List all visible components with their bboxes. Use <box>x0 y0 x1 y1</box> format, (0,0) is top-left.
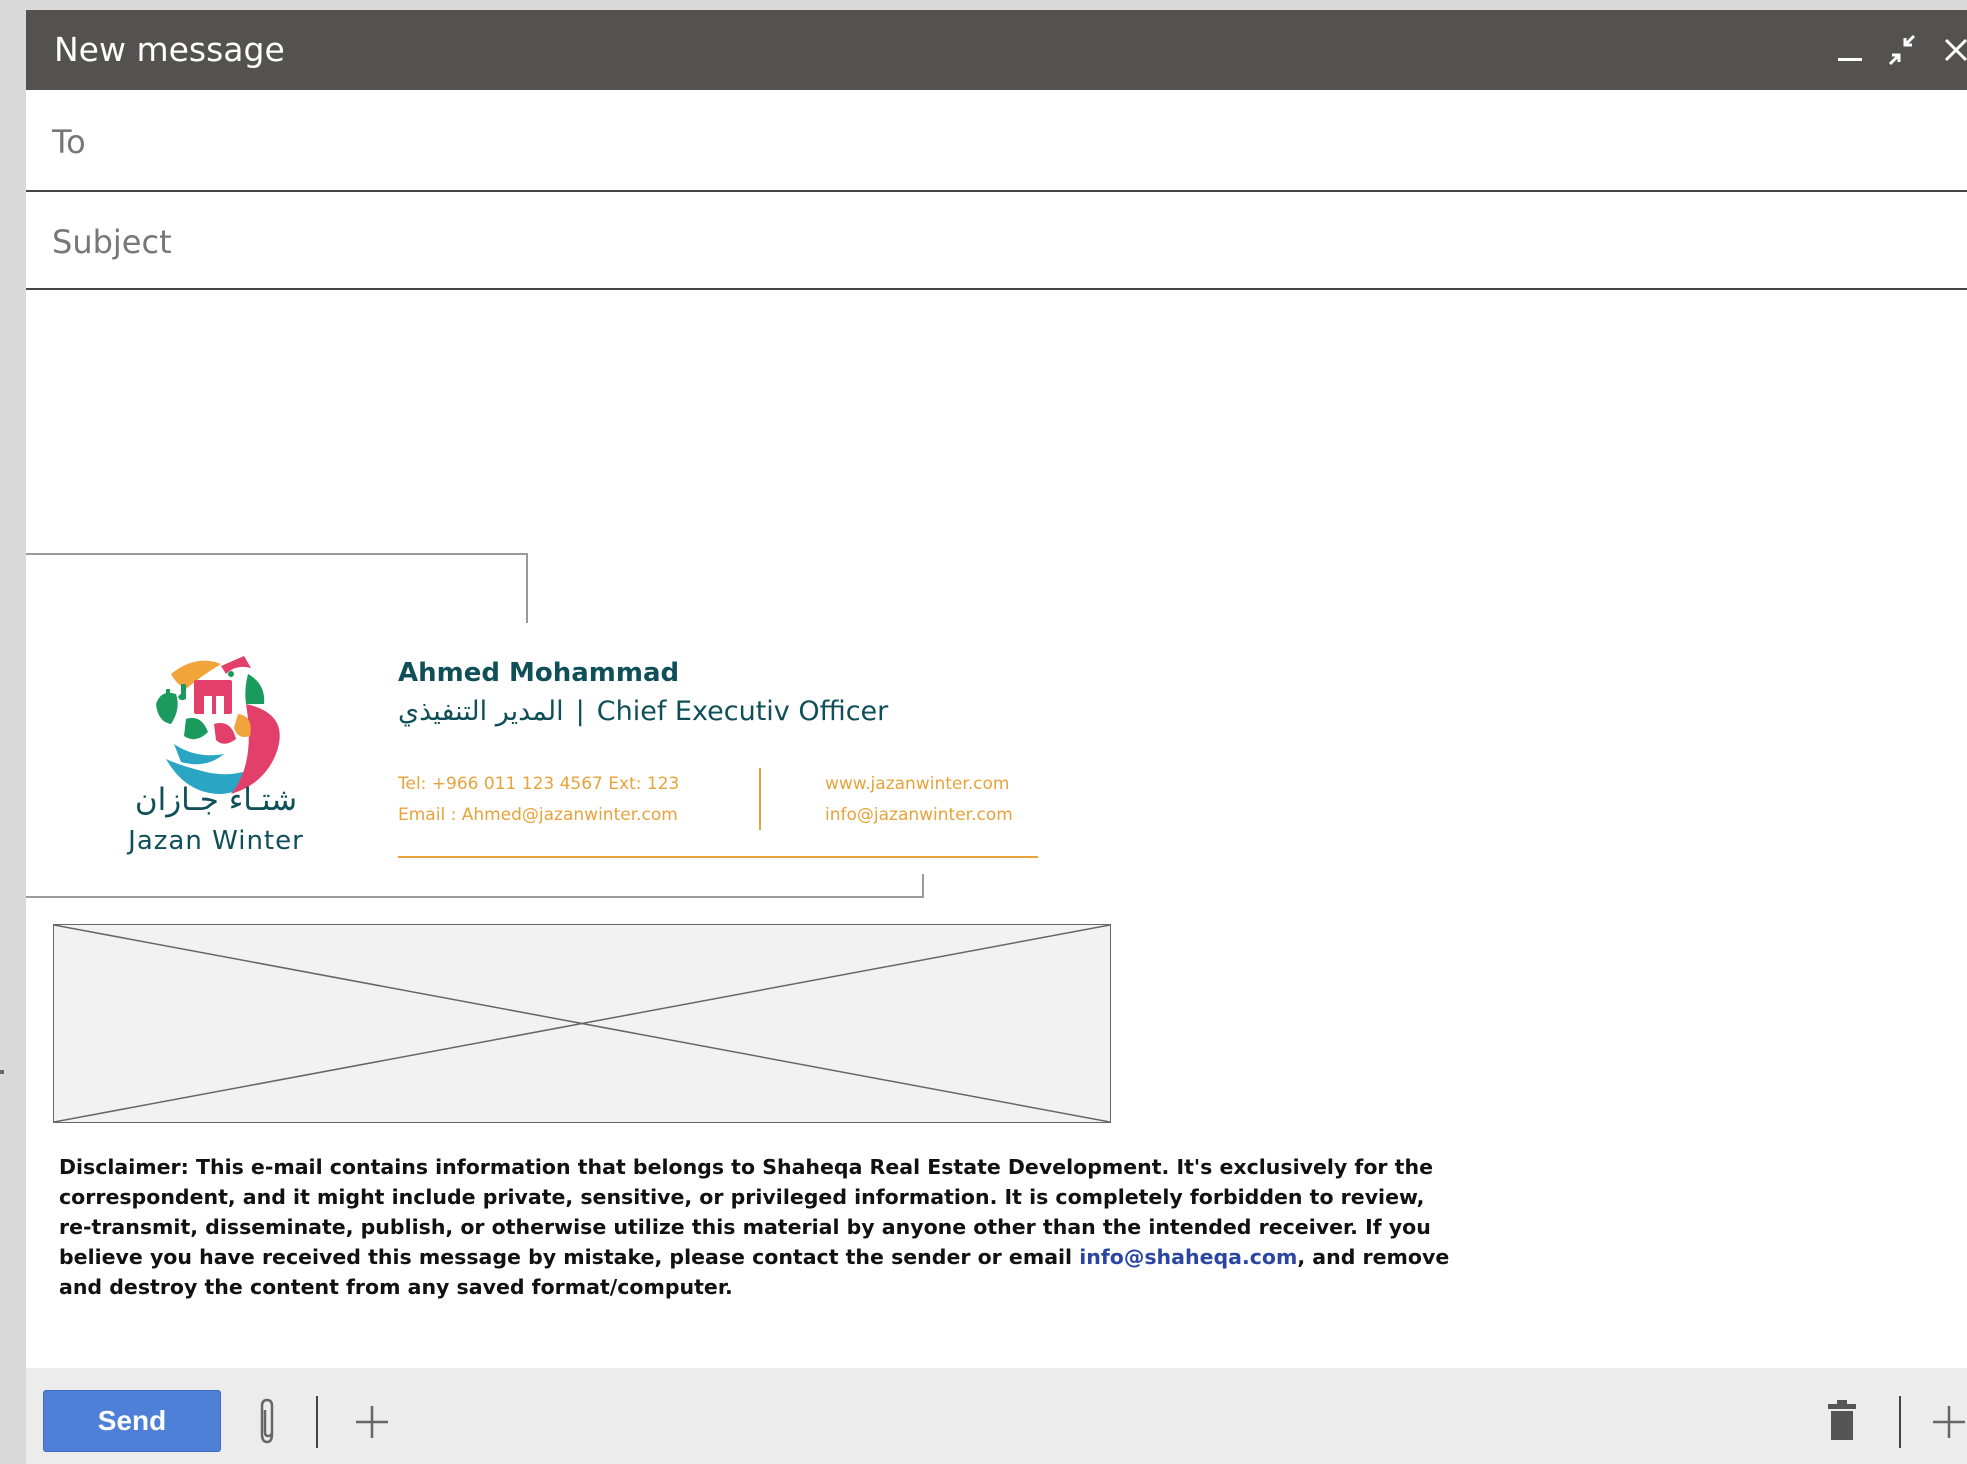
toolbar-separator <box>1899 1396 1901 1448</box>
signature-title-arabic: المدير التنفيذي <box>398 696 564 727</box>
signature-frame-line <box>922 874 924 898</box>
paperclip-icon[interactable] <box>256 1398 280 1446</box>
signature-tel: Tel: +966 011 123 4567 Ext: 123 <box>398 774 680 794</box>
signature-title-separator: | <box>575 696 585 727</box>
trash-icon[interactable] <box>1826 1398 1858 1442</box>
signature-name: Ahmed Mohammad <box>398 658 680 688</box>
signature-underline <box>398 856 1038 858</box>
send-button[interactable]: Send <box>43 1390 221 1452</box>
signature-info-email[interactable]: info@jazanwinter.com <box>825 805 1013 825</box>
exit-fullscreen-icon[interactable] <box>1886 32 1922 68</box>
subject-field[interactable] <box>52 222 1852 262</box>
toolbar-separator <box>316 1396 318 1448</box>
subject-row <box>26 192 1967 290</box>
signature-title: المدير التنفيذي | Chief Executiv Officer <box>398 696 888 727</box>
signature-email[interactable]: Email : Ahmed@jazanwinter.com <box>398 805 678 825</box>
image-placeholder <box>53 924 1111 1123</box>
signature-title-english: Chief Executiv Officer <box>596 696 889 727</box>
to-row <box>26 90 1967 192</box>
signature-website[interactable]: www.jazanwinter.com <box>825 774 1009 794</box>
signature-frame-line <box>26 896 924 898</box>
window-title: New message <box>54 30 285 69</box>
bottom-toolbar: Send <box>26 1368 1967 1464</box>
signature-divider <box>759 768 761 830</box>
disclaimer-email-link[interactable]: info@shaheqa.com <box>1079 1245 1297 1269</box>
plus-icon[interactable] <box>354 1404 390 1440</box>
title-bar: New message <box>26 10 1967 90</box>
to-field[interactable] <box>52 122 1852 162</box>
logo-english-text: Jazan Winter <box>128 826 304 856</box>
disclaimer-text: Disclaimer: This e-mail contains informa… <box>59 1152 1459 1302</box>
logo-arabic-text: شتـاء جـازان <box>134 782 298 818</box>
more-options-plus-icon[interactable] <box>1931 1404 1967 1440</box>
close-icon[interactable] <box>1938 32 1967 68</box>
compose-window: New message To Subject شتـاء جـازان Jaza… <box>26 10 1967 1464</box>
signature-frame-line <box>26 553 528 555</box>
edge-mark <box>0 1070 4 1074</box>
signature-frame-line <box>526 553 528 623</box>
minimize-icon[interactable] <box>1832 32 1868 68</box>
